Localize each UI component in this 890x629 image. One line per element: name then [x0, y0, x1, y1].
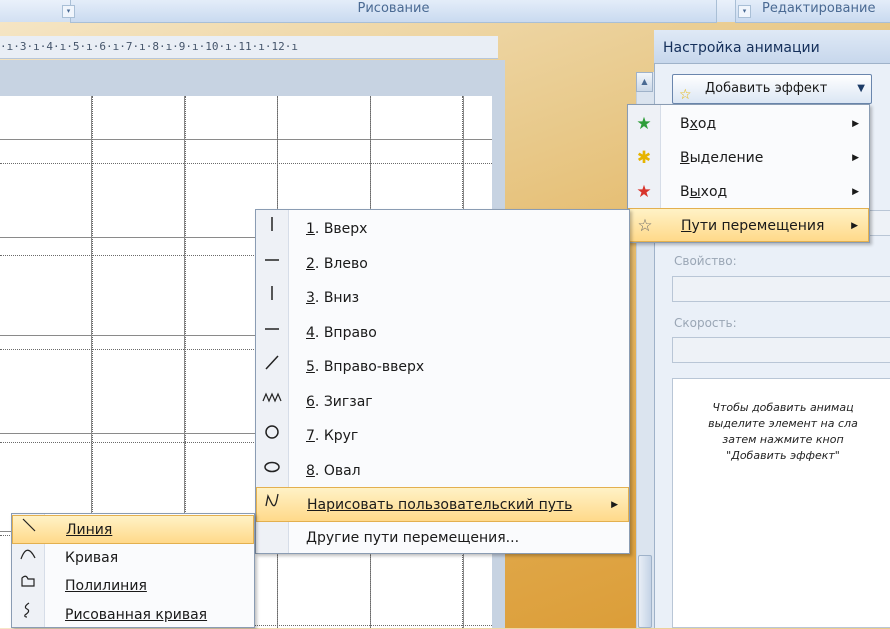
- menu-item-path-circle[interactable]: 7. Круг: [256, 419, 629, 454]
- submenu-arrow-icon: ▶: [852, 175, 859, 209]
- menu-item-freeform[interactable]: Рисованная кривая: [12, 601, 254, 629]
- menu-item-entrance[interactable]: ★ Вход ▶: [628, 107, 869, 141]
- up-line-icon: [256, 212, 288, 246]
- freeform-tool-icon: [12, 601, 44, 629]
- menu-item-path-zigzag[interactable]: 6. Зигзаг: [256, 385, 629, 420]
- exit-star-icon: ★: [628, 175, 660, 209]
- zigzag-icon: [256, 385, 288, 419]
- menu-item-path-up[interactable]: 1. Вверх: [256, 212, 629, 247]
- menu-item-path-oval[interactable]: 8. Овал: [256, 454, 629, 489]
- menu-item-emphasis[interactable]: ✱ Выделение ▶: [628, 141, 869, 175]
- entrance-star-icon: ★: [628, 107, 660, 141]
- diagonal-line-icon: [256, 350, 288, 384]
- property-label: Свойство:: [674, 254, 737, 268]
- menu-item-path-left[interactable]: 2. Влево: [256, 247, 629, 282]
- menu-item-curve[interactable]: Кривая: [12, 544, 254, 573]
- horizontal-ruler: ·ı·3·ı·4·ı·5·ı·6·ı·7·ı·8·ı·9·ı·10·ı·11·ı…: [0, 36, 498, 59]
- left-line-icon: [256, 247, 288, 281]
- pane-title: Настройка анимации: [654, 30, 890, 64]
- add-effect-button[interactable]: ☆ Добавить эффект ▼: [672, 74, 872, 104]
- scroll-up-icon[interactable]: ▲: [636, 72, 653, 92]
- line-tool-icon: [13, 516, 45, 544]
- emphasis-star-icon: ✱: [628, 141, 660, 175]
- custom-path-icon: [257, 488, 289, 522]
- menu-item-exit[interactable]: ★ Выход ▶: [628, 175, 869, 209]
- scrollbar-thumb[interactable]: [638, 555, 652, 628]
- custom-path-menu: Линия Кривая Полилиния Рисованная кривая: [11, 513, 255, 628]
- oval-icon: [256, 454, 288, 488]
- dialog-launcher-icon[interactable]: ▾: [62, 5, 75, 18]
- menu-item-motion-paths[interactable]: ☆ Пути перемещения ▶: [628, 208, 869, 242]
- pane-hint-text: Чтобы добавить анимац выделите элемент н…: [672, 400, 890, 464]
- menu-item-path-down[interactable]: 3. Вниз: [256, 281, 629, 316]
- curve-tool-icon: [12, 544, 44, 572]
- menu-item-polyline[interactable]: Полилиния: [12, 572, 254, 601]
- submenu-arrow-icon: ▶: [851, 209, 858, 243]
- polyline-tool-icon: [12, 572, 44, 600]
- motion-path-star-icon: ☆: [629, 209, 661, 243]
- menu-item-path-right[interactable]: 4. Вправо: [256, 316, 629, 351]
- submenu-arrow-icon: ▶: [611, 488, 618, 522]
- submenu-arrow-icon: ▶: [852, 107, 859, 141]
- grid-guide: [0, 163, 492, 164]
- motion-paths-menu: 1. Вверх 2. Влево 3. Вниз 4. Вправо 5. В…: [255, 209, 630, 554]
- menu-item-draw-custom-path[interactable]: Нарисовать пользовательский путь ▶: [256, 487, 629, 522]
- ribbon-group-drawing: Рисование: [70, 0, 717, 23]
- submenu-arrow-icon: ▶: [852, 141, 859, 175]
- speed-label: Скорость:: [674, 316, 737, 330]
- menu-item-line[interactable]: Линия: [12, 515, 254, 544]
- menu-item-other-paths[interactable]: Другие пути перемещения...: [256, 521, 629, 556]
- down-line-icon: [256, 281, 288, 315]
- chevron-down-icon: ▼: [857, 75, 865, 103]
- menu-item-path-diagonal[interactable]: 5. Вправо-вверх: [256, 350, 629, 385]
- speed-field[interactable]: [672, 337, 890, 363]
- property-field[interactable]: [672, 276, 890, 302]
- right-line-icon: [256, 316, 288, 350]
- grid-guide: [255, 625, 492, 626]
- circle-icon: [256, 419, 288, 453]
- add-effect-label: Добавить эффект: [705, 75, 827, 103]
- add-effect-menu: ★ Вход ▶ ✱ Выделение ▶ ★ Выход ▶ ☆ Пути …: [627, 104, 870, 243]
- ribbon-group-editing: Редактирование: [735, 0, 890, 23]
- dialog-launcher-icon[interactable]: ▾: [738, 5, 751, 18]
